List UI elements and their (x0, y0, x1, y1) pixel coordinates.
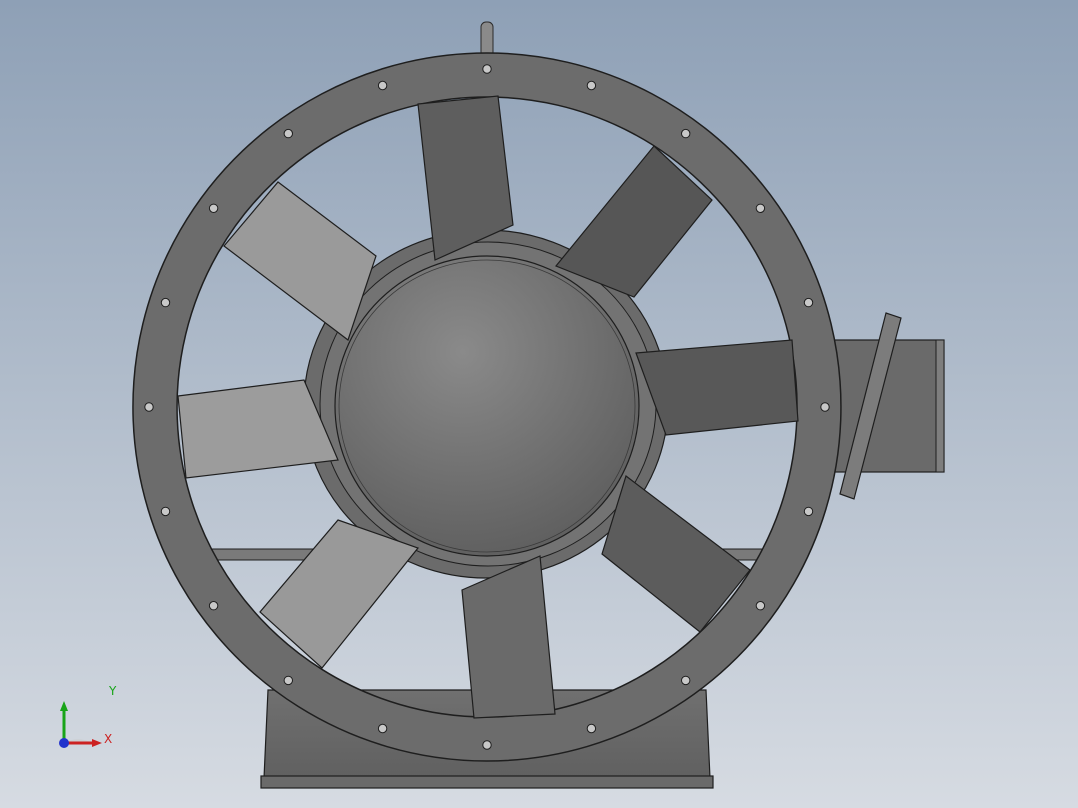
bolt-hole (755, 203, 766, 214)
bolt-hole (377, 723, 388, 734)
bolt-hole (482, 64, 492, 74)
bolt-hole (586, 80, 597, 91)
bolt-hole (482, 740, 492, 750)
bolt-hole (160, 506, 171, 517)
coordinate-triad: Y X (50, 684, 120, 755)
bolt-hole (803, 506, 814, 517)
bolt-hole (160, 297, 171, 308)
bolt-hole (283, 128, 293, 139)
hub-cone[interactable] (334, 255, 640, 557)
bolt-hole (144, 402, 154, 412)
bolt-hole (283, 675, 293, 686)
bolt-hole (803, 297, 814, 308)
axis-y-label: Y (109, 684, 117, 698)
axis-x-label: X (104, 732, 113, 746)
bolt-hole (681, 675, 691, 686)
bolt-hole (377, 80, 388, 91)
fan-blade (635, 339, 799, 436)
bolt-hole (681, 128, 691, 139)
bolt-hole (208, 601, 219, 611)
bolt-hole (820, 402, 830, 412)
bolt-hole (586, 723, 597, 734)
graphics-area[interactable]: Y X (0, 0, 1078, 808)
fan-model[interactable] (0, 0, 1078, 808)
bolt-hole (208, 203, 219, 214)
motor-housing[interactable] (825, 312, 945, 500)
bolt-hole (755, 601, 766, 611)
fan-blade (461, 555, 556, 719)
